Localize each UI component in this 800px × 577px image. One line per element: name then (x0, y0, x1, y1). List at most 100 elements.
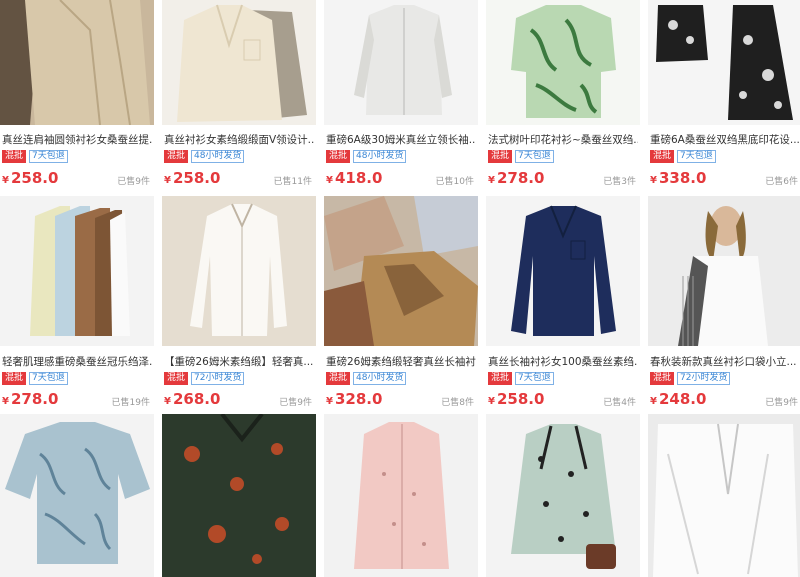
product-image[interactable] (0, 0, 154, 125)
product-photo (0, 0, 154, 125)
product-tags: 混批 48小时发货 (326, 372, 407, 385)
product-tags: 混批 72小时发货 (164, 372, 245, 385)
product-tags: 混批 7天包退 (2, 150, 68, 163)
product-image[interactable] (0, 414, 154, 577)
product-photo (162, 414, 316, 577)
product-tags: 混批 7天包退 (488, 372, 554, 385)
service-badge: 7天包退 (515, 372, 554, 385)
currency-symbol: ¥ (2, 396, 9, 407)
mixed-batch-badge: 混批 (650, 150, 675, 163)
sold-count: 已售11件 (273, 177, 312, 187)
price-value: 268.0 (172, 390, 221, 408)
sold-count: 已售9件 (765, 398, 798, 408)
product-title[interactable]: 轻奢肌理感重磅桑蚕丝冠乐绉泽... (2, 355, 152, 369)
product-card[interactable]: 重磅26姆素绉缎轻奢真丝长袖衬... 混批 48小时发货 ¥328.0 已售8件 (324, 196, 478, 414)
product-price: ¥338.0 (650, 168, 706, 191)
product-image[interactable] (324, 414, 478, 577)
product-title[interactable]: 重磅26姆素绉缎轻奢真丝长袖衬... (326, 355, 476, 369)
price-value: 258.0 (496, 390, 545, 408)
product-image[interactable] (486, 196, 640, 346)
price-value: 338.0 (658, 169, 707, 187)
price-value: 418.0 (334, 169, 383, 187)
product-title[interactable]: 真丝长袖衬衫女100桑蚕丝素绉... (488, 355, 638, 369)
product-photo (0, 414, 154, 577)
sold-count: 已售4件 (603, 398, 636, 408)
price-value: 328.0 (334, 390, 383, 408)
product-card[interactable]: 真丝长袖衬衫女100桑蚕丝素绉... 混批 7天包退 ¥258.0 已售4件 (486, 196, 640, 414)
price-value: 258.0 (172, 169, 221, 187)
product-card[interactable]: 法式树叶印花衬衫~桑蚕丝双绉... 混批 7天包退 ¥278.0 已售3件 (486, 0, 640, 196)
product-card[interactable]: 真丝衬衫女素绉缎缎面V领设计... 混批 48小时发货 ¥258.0 已售11件 (162, 0, 316, 196)
service-badge: 72小时发货 (191, 372, 245, 385)
product-photo (486, 414, 640, 577)
sold-count: 已售8件 (441, 398, 474, 408)
product-image[interactable] (162, 196, 316, 346)
product-price: ¥248.0 (650, 389, 706, 412)
product-image[interactable] (486, 0, 640, 125)
service-badge: 7天包退 (29, 372, 68, 385)
product-image[interactable] (648, 414, 800, 577)
product-title[interactable]: 真丝衬衫女素绉缎缎面V领设计... (164, 133, 314, 147)
currency-symbol: ¥ (326, 175, 333, 186)
product-title[interactable]: 法式树叶印花衬衫~桑蚕丝双绉... (488, 133, 638, 147)
mixed-batch-badge: 混批 (650, 372, 675, 385)
product-tags: 混批 48小时发货 (164, 150, 245, 163)
product-card[interactable] (648, 414, 800, 577)
product-price: ¥268.0 (164, 389, 220, 412)
sold-count: 已售6件 (765, 177, 798, 187)
product-tags: 混批 7天包退 (650, 150, 716, 163)
product-photo (486, 196, 640, 346)
product-image[interactable] (648, 196, 800, 346)
currency-symbol: ¥ (650, 396, 657, 407)
currency-symbol: ¥ (164, 396, 171, 407)
product-photo (648, 414, 800, 577)
product-image[interactable] (324, 0, 478, 125)
price-value: 248.0 (658, 390, 707, 408)
sold-count: 已售19件 (111, 398, 150, 408)
product-price: ¥258.0 (2, 168, 58, 191)
product-photo (162, 0, 316, 125)
product-card[interactable] (162, 414, 316, 577)
product-card[interactable] (324, 414, 478, 577)
mixed-batch-badge: 混批 (326, 150, 351, 163)
product-card[interactable]: 真丝连肩袖圆领衬衫女桑蚕丝提... 混批 7天包退 ¥258.0 已售9件 (0, 0, 154, 196)
product-image[interactable] (486, 414, 640, 577)
product-title[interactable]: 真丝连肩袖圆领衬衫女桑蚕丝提... (2, 133, 152, 147)
product-title[interactable]: 【重磅26姆米素绉缎】轻奢真... (164, 355, 314, 369)
product-title[interactable]: 重磅6A桑蚕丝双绉黑底印花设... (650, 133, 800, 147)
product-image[interactable] (648, 0, 800, 125)
product-card[interactable]: 重磅6A级30姆米真丝立领长袖... 混批 48小时发货 ¥418.0 已售10… (324, 0, 478, 196)
product-price: ¥328.0 (326, 389, 382, 412)
product-card[interactable]: 重磅6A桑蚕丝双绉黑底印花设... 混批 7天包退 ¥338.0 已售6件 (648, 0, 800, 196)
product-card[interactable]: 春秋装新款真丝衬衫口袋小立... 混批 72小时发货 ¥248.0 已售9件 (648, 196, 800, 414)
product-photo (324, 196, 478, 346)
product-card[interactable]: 轻奢肌理感重磅桑蚕丝冠乐绉泽... 混批 7天包退 ¥278.0 已售19件 (0, 196, 154, 414)
product-image[interactable] (324, 196, 478, 346)
currency-symbol: ¥ (650, 175, 657, 186)
product-title[interactable]: 重磅6A级30姆米真丝立领长袖... (326, 133, 476, 147)
product-image[interactable] (0, 196, 154, 346)
mixed-batch-badge: 混批 (164, 372, 189, 385)
product-title[interactable]: 春秋装新款真丝衬衫口袋小立... (650, 355, 800, 369)
mixed-batch-badge: 混批 (164, 150, 189, 163)
sold-count: 已售3件 (603, 177, 636, 187)
currency-symbol: ¥ (326, 396, 333, 407)
product-tags: 混批 72小时发货 (650, 372, 731, 385)
mixed-batch-badge: 混批 (326, 372, 351, 385)
product-image[interactable] (162, 0, 316, 125)
product-card[interactable] (486, 414, 640, 577)
service-badge: 48小时发货 (191, 150, 245, 163)
price-value: 278.0 (10, 390, 59, 408)
product-photo (486, 0, 640, 125)
mixed-batch-badge: 混批 (488, 372, 513, 385)
product-image[interactable] (162, 414, 316, 577)
product-price: ¥278.0 (2, 389, 58, 412)
product-card[interactable]: 【重磅26姆米素绉缎】轻奢真... 混批 72小时发货 ¥268.0 已售9件 (162, 196, 316, 414)
product-card[interactable] (0, 414, 154, 577)
product-tags: 混批 7天包退 (2, 372, 68, 385)
sold-count: 已售9件 (279, 398, 312, 408)
sold-count: 已售10件 (435, 177, 474, 187)
product-price: ¥258.0 (164, 168, 220, 191)
product-price: ¥418.0 (326, 168, 382, 191)
product-photo (648, 0, 800, 125)
